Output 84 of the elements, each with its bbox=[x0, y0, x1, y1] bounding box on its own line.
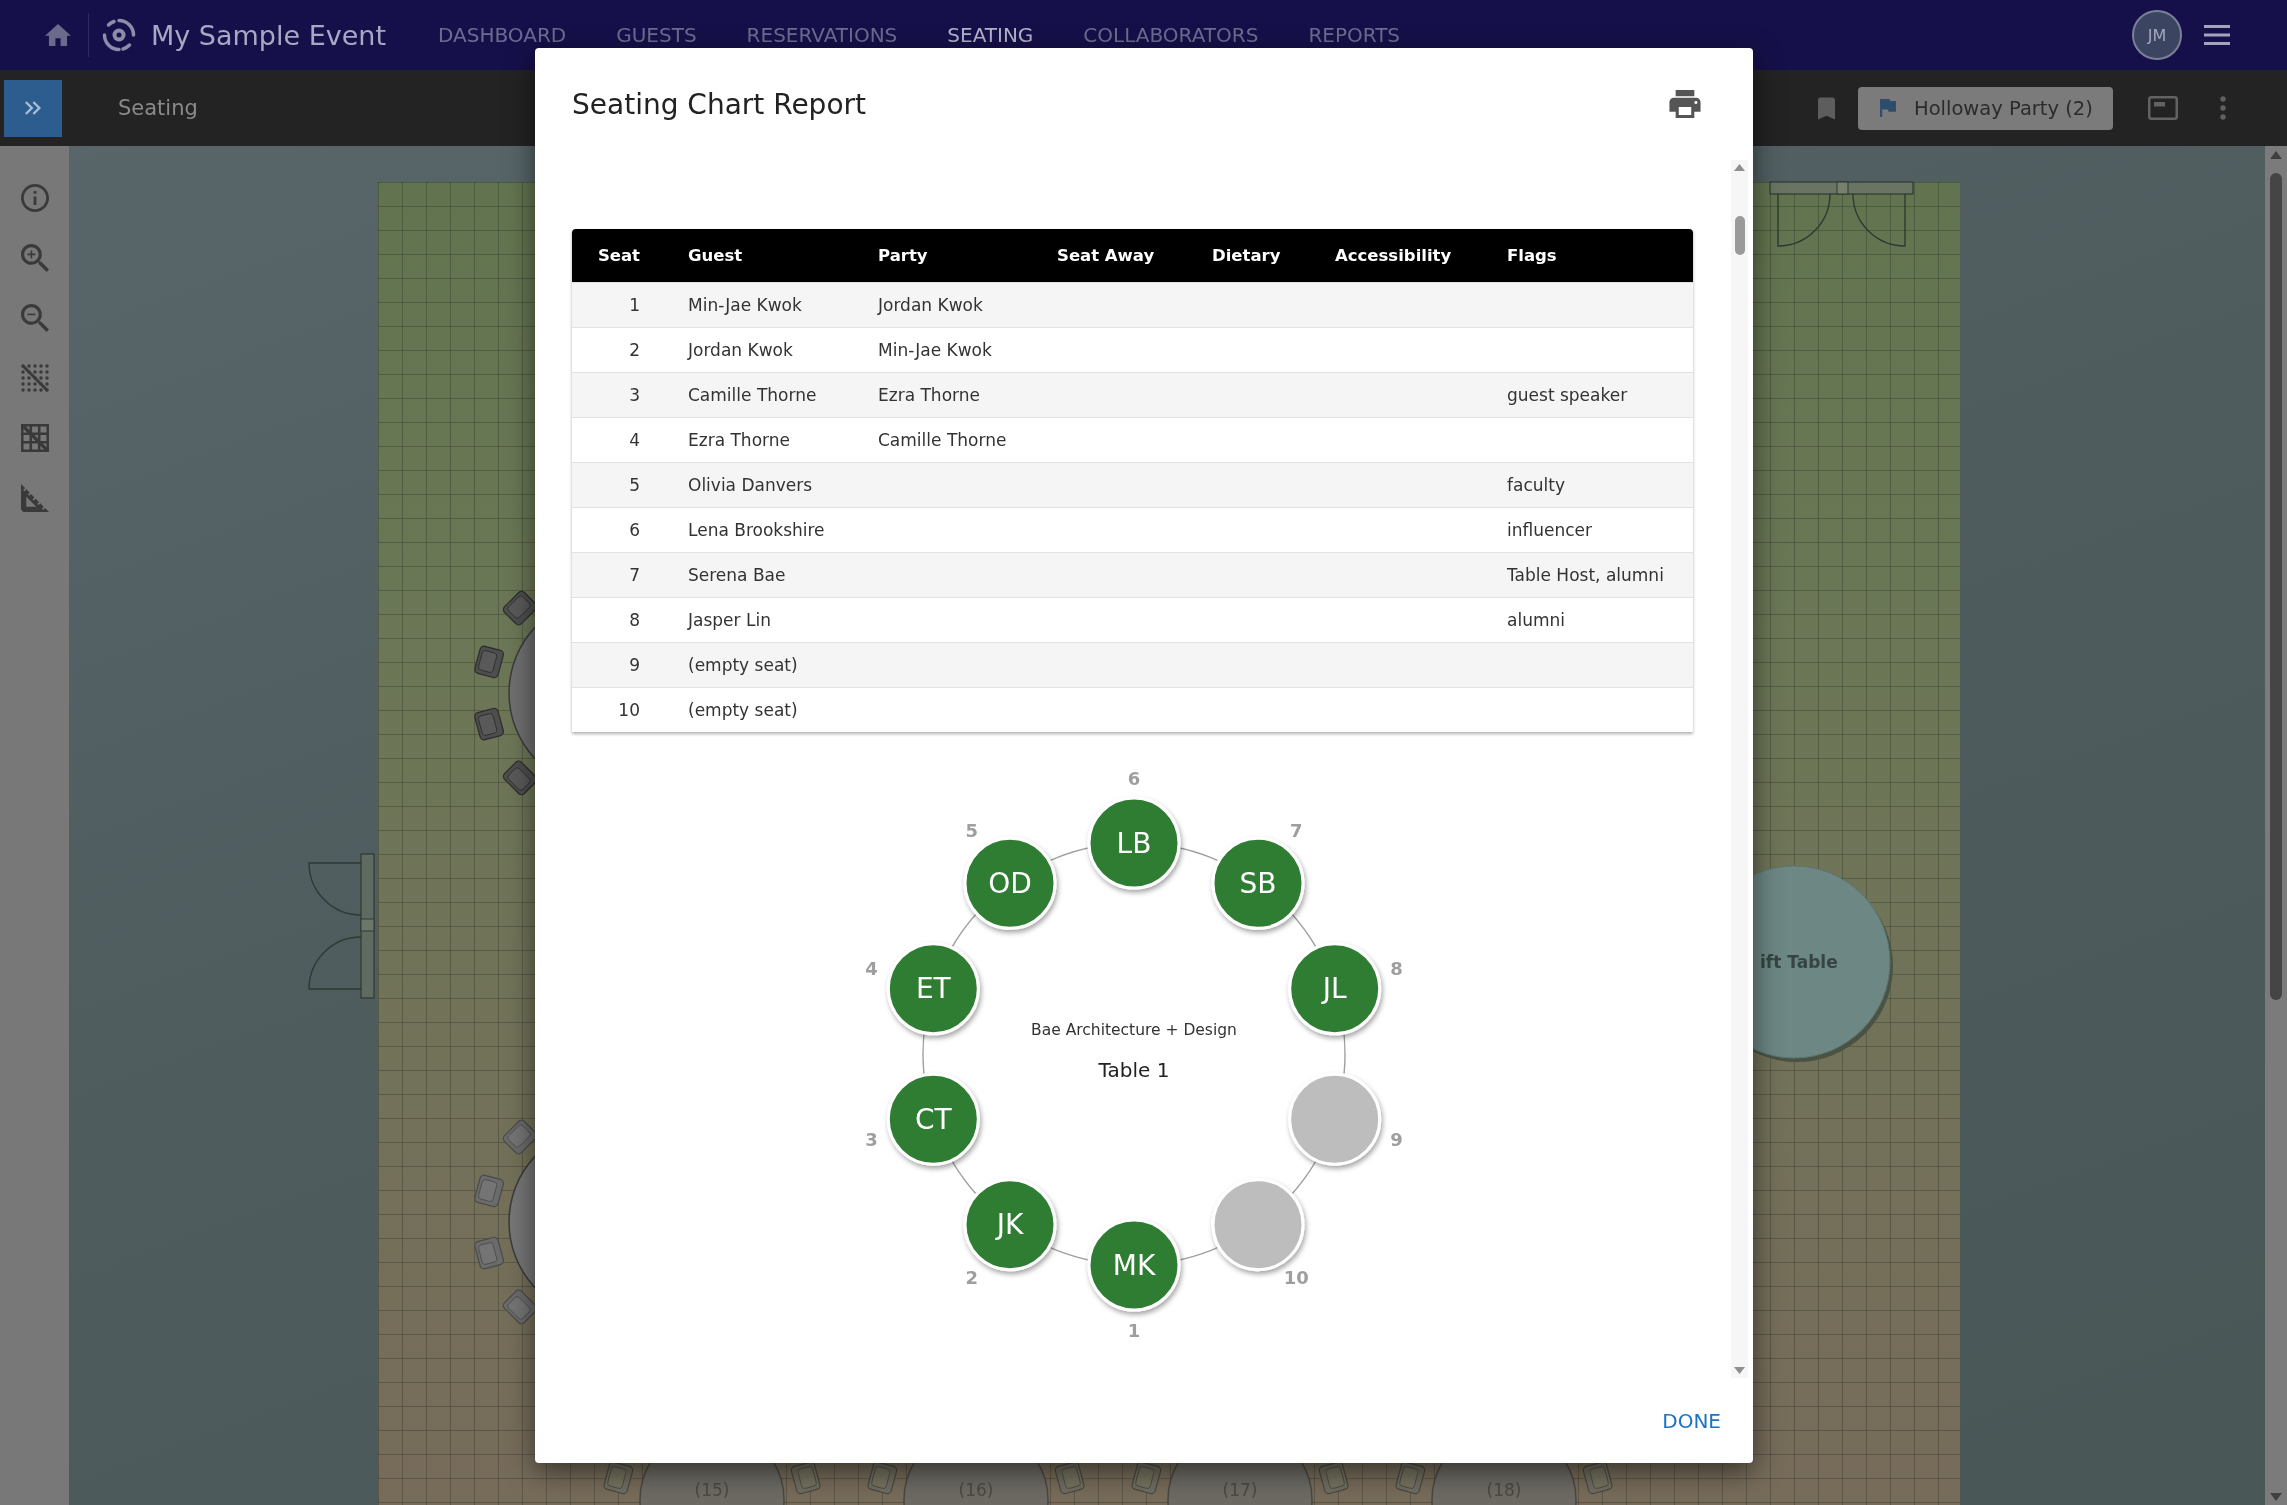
zoom-out-icon[interactable] bbox=[20, 304, 49, 332]
column-header: Dietary bbox=[1188, 229, 1311, 283]
table-cell: 5 bbox=[572, 462, 664, 508]
table-cell: Camille Thorne bbox=[664, 372, 854, 418]
table-cell: (empty seat) bbox=[664, 687, 854, 732]
table-cell: Min-Jae Kwok bbox=[854, 327, 1033, 373]
column-header: Party bbox=[854, 229, 1033, 283]
grid-slash-icon[interactable] bbox=[20, 424, 49, 452]
table-cell: 7 bbox=[572, 552, 664, 598]
seat-number: 3 bbox=[865, 1128, 878, 1150]
table-cell: Jordan Kwok bbox=[664, 327, 854, 373]
table-cell: Min-Jae Kwok bbox=[664, 282, 854, 328]
table-cell: Table Host, alumni bbox=[1483, 552, 1693, 598]
nav-tab[interactable]: DASHBOARD bbox=[438, 0, 567, 70]
table-cell: Ezra Thorne bbox=[854, 372, 1033, 418]
scroll-up-icon[interactable] bbox=[1734, 164, 1745, 171]
column-header: Seat bbox=[572, 229, 664, 283]
guest-seat: MK bbox=[1087, 1218, 1181, 1312]
party-button[interactable]: Holloway Party (2) bbox=[1858, 86, 2113, 130]
table-cell: 9 bbox=[572, 642, 664, 688]
flag-icon bbox=[1880, 99, 1896, 117]
table-cell: 6 bbox=[572, 507, 664, 553]
table-cell: influencer bbox=[1483, 507, 1693, 553]
table-cell: 4 bbox=[572, 417, 664, 463]
scroll-thumb[interactable] bbox=[1734, 216, 1745, 255]
table-host-name: Bae Architecture + Design bbox=[1031, 1021, 1237, 1039]
table-cell: 3 bbox=[572, 372, 664, 418]
guest-seat: ET bbox=[886, 942, 980, 1036]
guest-seat: LB bbox=[1087, 796, 1181, 890]
bookmark-icon[interactable] bbox=[1818, 96, 1835, 120]
table-cell: Ezra Thorne bbox=[664, 417, 854, 463]
column-header: Flags bbox=[1483, 229, 1693, 283]
scrollbar-track[interactable] bbox=[1731, 160, 1748, 1378]
table-cell: Jasper Lin bbox=[664, 597, 854, 643]
guest-seat: OD bbox=[963, 836, 1057, 930]
scroll-down-icon[interactable] bbox=[1734, 1367, 1745, 1374]
home-icon[interactable] bbox=[45, 24, 71, 46]
table-cell: 10 bbox=[572, 687, 664, 732]
scroll-up-icon[interactable] bbox=[2270, 151, 2282, 159]
guest-seat: JK bbox=[963, 1178, 1057, 1272]
table-label: ift Table bbox=[1760, 952, 1838, 972]
column-header: Guest bbox=[664, 229, 854, 283]
column-header: Accessibility bbox=[1311, 229, 1483, 283]
table-cell: 2 bbox=[572, 327, 664, 373]
print-icon[interactable] bbox=[1669, 90, 1701, 118]
zoom-in-icon[interactable] bbox=[20, 244, 49, 272]
table-cell: 8 bbox=[572, 597, 664, 643]
guest-seat: CT bbox=[886, 1072, 980, 1166]
dialog-title: Seating Chart Report bbox=[572, 87, 866, 121]
table-cell: guest speaker bbox=[1483, 372, 1693, 418]
seat-number: 1 bbox=[1127, 1319, 1141, 1341]
guest-seat: SB bbox=[1211, 836, 1305, 930]
table-name: Table 1 bbox=[1098, 1058, 1170, 1082]
table-cell: Jordan Kwok bbox=[854, 282, 1033, 328]
table-cell: 1 bbox=[572, 282, 664, 328]
table-cell: Lena Brookshire bbox=[664, 507, 854, 553]
logo-icon[interactable] bbox=[101, 17, 137, 53]
page-title: Seating bbox=[118, 96, 198, 120]
event-title: My Sample Event bbox=[151, 19, 387, 51]
double-chevron-icon bbox=[25, 101, 41, 115]
seat-number: 6 bbox=[1127, 767, 1141, 789]
seat-number: 8 bbox=[1390, 958, 1403, 980]
table-cell: faculty bbox=[1483, 462, 1693, 508]
table-cell: Camille Thorne bbox=[854, 417, 1033, 463]
column-header: Seat Away bbox=[1033, 229, 1188, 283]
guest-seat: JL bbox=[1288, 942, 1382, 1036]
table-cell: alumni bbox=[1483, 597, 1693, 643]
scroll-down-icon[interactable] bbox=[2270, 1493, 2282, 1501]
table-cell: Serena Bae bbox=[664, 552, 854, 598]
seat-number: 10 bbox=[1283, 1266, 1309, 1288]
table-cell: Olivia Danvers bbox=[664, 462, 854, 508]
table-cell: (empty seat) bbox=[664, 642, 854, 688]
info-icon[interactable] bbox=[20, 184, 49, 212]
seat-number: 4 bbox=[865, 958, 878, 980]
more-options-icon[interactable] bbox=[2220, 96, 2226, 120]
dots-slash-icon[interactable] bbox=[20, 364, 49, 392]
panel-icon[interactable] bbox=[2148, 96, 2178, 120]
expand-button[interactable] bbox=[4, 79, 62, 137]
menu-icon[interactable] bbox=[2204, 25, 2230, 45]
scroll-thumb[interactable] bbox=[2270, 173, 2282, 1000]
done-button[interactable]: DONE bbox=[1652, 1400, 1731, 1441]
scrollbar-track[interactable] bbox=[2265, 146, 2287, 1505]
user-avatar[interactable]: JM bbox=[2132, 10, 2182, 60]
seat-number: 9 bbox=[1390, 1128, 1403, 1150]
